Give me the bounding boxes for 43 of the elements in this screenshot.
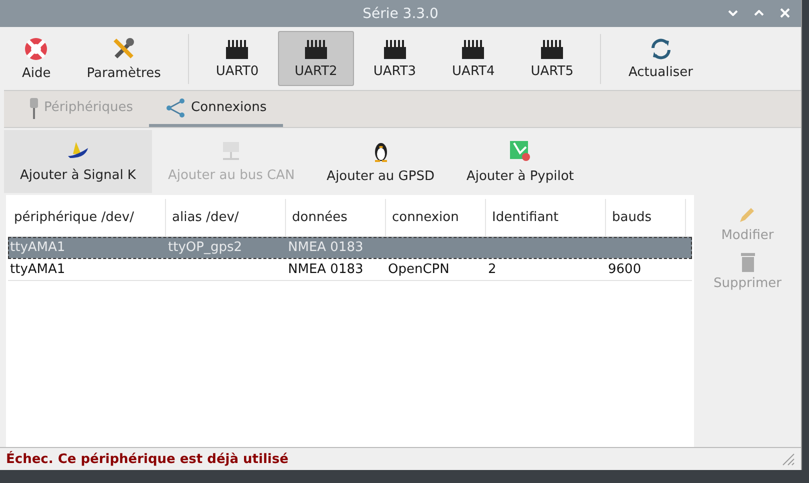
connector-icon: [382, 38, 408, 60]
toolbar-button[interactable]: UART3: [356, 31, 434, 86]
action-button[interactable]: Ajouter au GPSD: [310, 130, 450, 193]
column-header[interactable]: périphérique /dev/: [8, 199, 166, 236]
share-icon: [165, 96, 188, 118]
lifebuoy-icon: [23, 36, 50, 62]
connector-icon: [224, 38, 250, 60]
table-cell-text: 2: [487, 262, 498, 277]
column-header[interactable]: bauds: [606, 199, 686, 236]
status-message: Échec. Ce périphérique est déjà utilisé: [6, 452, 288, 466]
chevron-up-icon: [754, 10, 764, 16]
column-header[interactable]: données: [286, 199, 386, 236]
resize-grip-icon: [781, 452, 795, 466]
plug-icon: [28, 96, 40, 120]
refresh-icon: [648, 37, 673, 61]
connector-icon: [460, 38, 486, 60]
table-cell-text: 9600: [607, 262, 642, 277]
column-header[interactable]: alias /dev/: [166, 199, 286, 236]
map-icon: [508, 139, 532, 163]
close-icon: [780, 8, 790, 18]
connector-icon: [539, 38, 566, 60]
toolbar-button[interactable]: UART5: [514, 31, 590, 86]
table-cell-text: ttyAMA1: [9, 262, 66, 277]
table-cell-text: ttyOP_gps2: [167, 240, 244, 255]
action-button[interactable]: Ajouter à Pypilot: [450, 130, 590, 193]
toolbar-button[interactable]: Actualiser: [611, 31, 710, 86]
action-button[interactable]: Ajouter à Signal K: [4, 130, 152, 193]
toolbar-button[interactable]: UART0: [198, 31, 276, 86]
toolbar-button[interactable]: UART4: [435, 31, 512, 86]
table-cell-text: ttyAMA1: [9, 240, 66, 255]
table-cell-text: OpenCPN: [387, 262, 450, 277]
toolbar-button[interactable]: Paramètres: [70, 31, 178, 86]
table-cell-text: NMEA 0183: [287, 240, 364, 255]
chevron-down-icon: [728, 10, 738, 16]
column-header[interactable]: connexion: [386, 199, 486, 236]
table-cell-text: NMEA 0183: [287, 262, 364, 277]
column-header[interactable]: Identifiant: [486, 199, 606, 236]
window-title: Série 3.3.0: [362, 6, 438, 22]
toolbar-button[interactable]: Aide: [5, 31, 68, 86]
tab[interactable]: Connexions: [149, 91, 283, 127]
connector-icon: [302, 38, 329, 60]
table-row[interactable]: ttyAMA1 NMEA 0183 OpenCPN 2 9600: [8, 259, 692, 281]
toolbar-button[interactable]: UART2: [278, 31, 354, 86]
